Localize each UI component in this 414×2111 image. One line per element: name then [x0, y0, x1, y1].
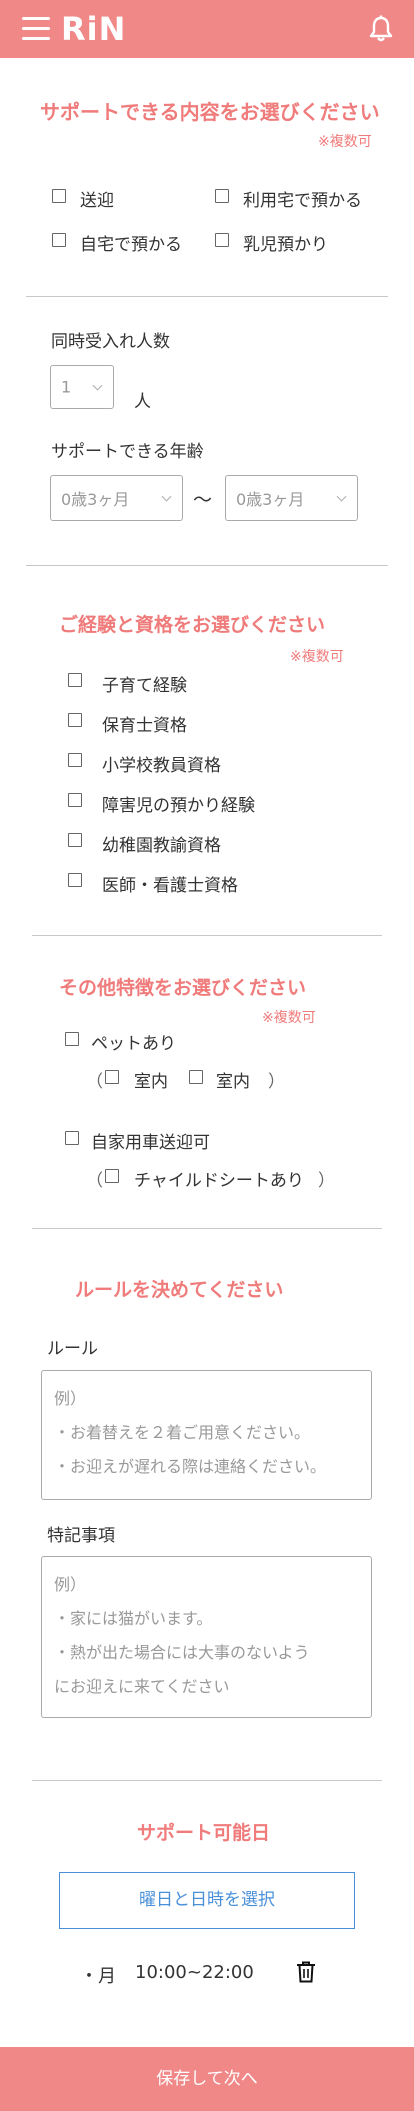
rule-placeholder-line: ・お迎えが遅れる際は連絡ください。 [54, 1457, 327, 1476]
notes-textarea[interactable]: 例） ・家には猫がいます。 ・熱が出た場合には大事のないよう にお迎えに来てくだ… [41, 1556, 372, 1718]
features-multi-note: ※複数可 [262, 1010, 316, 1026]
checkbox-disabled-child-care[interactable] [68, 793, 82, 807]
label-elementary-teacher-license: 小学校教員資格 [102, 756, 221, 776]
experience-multi-note: ※複数可 [290, 649, 344, 665]
chevron-down-icon [336, 491, 347, 502]
label-pet-indoor-1: 室内 [134, 1072, 168, 1092]
support-title: サポートできる内容をお選びください [40, 100, 380, 124]
app-header: RiN [0, 0, 414, 58]
label-care-at-user-home: 利用宅で預かる [243, 191, 362, 211]
checkbox-pet-indoor-1[interactable] [105, 1070, 119, 1084]
divider [32, 1780, 382, 1781]
capacity-value: 1 [61, 377, 72, 397]
label-infant-care: 乳児預かり [243, 235, 328, 255]
chevron-down-icon [92, 380, 103, 391]
divider [32, 935, 382, 936]
age-from-select[interactable]: 0歳3ヶ月 [50, 475, 183, 521]
availability-entry-day: ・月 [80, 1966, 116, 1987]
bell-icon[interactable] [368, 15, 394, 43]
menu-icon[interactable] [22, 17, 50, 41]
label-childcare-license: 保育士資格 [102, 716, 187, 736]
age-to-value: 0歳3ヶ月 [236, 490, 305, 509]
checkbox-childcare-license[interactable] [68, 713, 82, 727]
label-disabled-child-care: 障害児の預かり経験 [102, 796, 255, 816]
checkbox-elementary-teacher-license[interactable] [68, 753, 82, 767]
divider [32, 1228, 382, 1229]
checkbox-kindergarten-teacher-license[interactable] [68, 833, 82, 847]
checkbox-private-car[interactable] [65, 1131, 79, 1145]
checkbox-parenting-experience[interactable] [68, 673, 82, 687]
age-label: サポートできる年齢 [51, 442, 204, 462]
checkbox-pickup[interactable] [52, 189, 66, 203]
capacity-unit: 人 [134, 392, 151, 412]
checkbox-care-at-user-home[interactable] [215, 189, 229, 203]
availability-title: サポート可能日 [137, 1822, 271, 1844]
checkbox-has-pet[interactable] [65, 1032, 79, 1046]
experience-title: ご経験と資格をお選びください [59, 614, 326, 636]
rule-placeholder-line: 例） [54, 1389, 87, 1408]
notes-placeholder-line: 例） [54, 1575, 87, 1594]
label-has-pet: ペットあり [91, 1034, 176, 1054]
select-day-time-button[interactable]: 曜日と日時を選択 [59, 1872, 355, 1929]
divider [26, 296, 388, 297]
checkbox-doctor-nurse-license[interactable] [68, 873, 82, 887]
checkbox-care-at-own-home[interactable] [52, 233, 66, 247]
rule-placeholder-line: ・お着替えを２着ご用意ください。 [54, 1423, 311, 1442]
rule-label: ルール [47, 1339, 98, 1359]
car-paren-close: ） [318, 1171, 335, 1191]
chevron-down-icon [161, 491, 172, 502]
rule-textarea[interactable]: 例） ・お着替えを２着ご用意ください。 ・お迎えが遅れる際は連絡ください。 [41, 1370, 372, 1500]
label-child-seat: チャイルドシートあり [134, 1171, 304, 1191]
notes-label: 特記事項 [47, 1526, 115, 1546]
age-to-select[interactable]: 0歳3ヶ月 [225, 475, 358, 521]
trash-icon[interactable] [296, 1961, 316, 1983]
label-pet-indoor-2: 室内 [216, 1072, 250, 1092]
pet-paren-close: ） [268, 1072, 285, 1092]
pet-paren-open: （ [86, 1072, 103, 1092]
checkbox-child-seat[interactable] [105, 1169, 119, 1183]
capacity-select[interactable]: 1 [50, 365, 114, 409]
support-multi-note: ※複数可 [318, 134, 372, 150]
label-pickup: 送迎 [80, 191, 114, 211]
checkbox-infant-care[interactable] [215, 233, 229, 247]
availability-entry-time: 10:00~22:00 [135, 1962, 254, 1983]
notes-placeholder-line: にお迎えに来てください [54, 1677, 230, 1696]
label-kindergarten-teacher-license: 幼稚園教諭資格 [102, 836, 221, 856]
checkbox-pet-indoor-2[interactable] [189, 1070, 203, 1084]
label-private-car: 自家用車送迎可 [91, 1133, 210, 1153]
save-next-button[interactable]: 保存して次へ [0, 2047, 414, 2111]
app-logo[interactable]: RiN [61, 10, 126, 48]
rules-title: ルールを決めてください [75, 1279, 284, 1301]
notes-placeholder-line: ・熱が出た場合には大事のないよう [54, 1643, 310, 1662]
label-parenting-experience: 子育て経験 [102, 676, 187, 696]
notes-placeholder-line: ・家には猫がいます。 [54, 1609, 213, 1628]
car-paren-open: （ [86, 1171, 103, 1191]
label-care-at-own-home: 自宅で預かる [80, 235, 182, 255]
features-title: その他特徴をお選びください [59, 977, 307, 999]
label-doctor-nurse-license: 医師・看護士資格 [102, 876, 238, 896]
divider [26, 565, 388, 566]
capacity-label: 同時受入れ人数 [51, 332, 170, 352]
age-range-separator: 〜 [193, 489, 213, 511]
age-from-value: 0歳3ヶ月 [61, 490, 130, 509]
